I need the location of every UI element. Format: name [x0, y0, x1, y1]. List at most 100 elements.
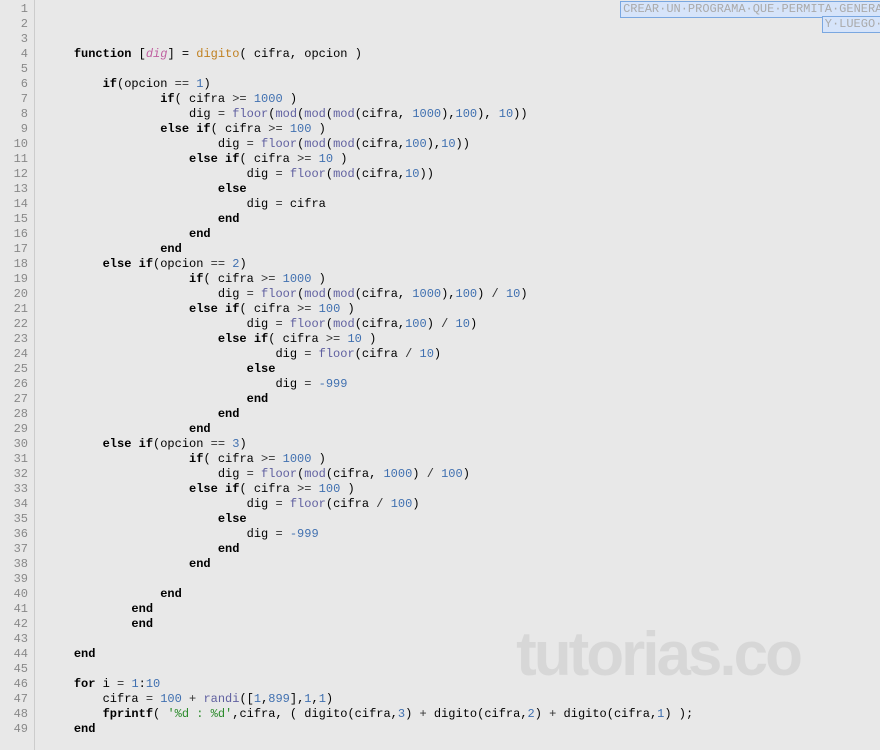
line-number-gutter: 1234567891011121314151617181920212223242… [0, 0, 35, 750]
line-number: 39 [4, 572, 28, 587]
code-line[interactable]: end [45, 542, 880, 557]
line-number: 31 [4, 452, 28, 467]
code-line[interactable]: end [45, 407, 880, 422]
code-line[interactable]: else [45, 182, 880, 197]
line-number: 13 [4, 182, 28, 197]
line-number: 8 [4, 107, 28, 122]
code-line[interactable]: if( cifra >= 1000 ) [45, 272, 880, 287]
line-number: 28 [4, 407, 28, 422]
line-number: 17 [4, 242, 28, 257]
line-number: 38 [4, 557, 28, 572]
line-number: 16 [4, 227, 28, 242]
line-number: 3 [4, 32, 28, 47]
code-line[interactable]: else [45, 512, 880, 527]
code-line[interactable]: end [45, 617, 880, 632]
code-line[interactable]: dig = floor(cifra / 10) [45, 347, 880, 362]
code-line[interactable]: end [45, 227, 880, 242]
line-number: 21 [4, 302, 28, 317]
line-number: 43 [4, 632, 28, 647]
selection-highlight: CREAR·UN·PROGRAMA·QUE·PERMITA·GENERAR·AL… [621, 2, 880, 17]
code-line[interactable] [45, 572, 880, 587]
line-number: 6 [4, 77, 28, 92]
code-line[interactable] [45, 62, 880, 77]
code-line[interactable]: if(opcion == 1) [45, 77, 880, 92]
code-line[interactable]: dig = floor(cifra / 100) [45, 497, 880, 512]
code-line[interactable]: dig = floor(mod(cifra,10)) [45, 167, 880, 182]
line-number: 9 [4, 122, 28, 137]
line-number: 11 [4, 152, 28, 167]
line-number: 23 [4, 332, 28, 347]
line-number: 47 [4, 692, 28, 707]
code-line[interactable]: function [dig] = digito( cifra, opcion ) [45, 47, 880, 62]
code-line[interactable]: end [45, 602, 880, 617]
code-line[interactable] [45, 32, 880, 47]
line-number: 34 [4, 497, 28, 512]
code-line[interactable]: cifra = 100 + randi([1,899],1,1) [45, 692, 880, 707]
code-line[interactable]: end [45, 647, 880, 662]
line-number: 10 [4, 137, 28, 152]
line-number: 27 [4, 392, 28, 407]
code-line[interactable]: dig = floor(mod(cifra, 1000) / 100) [45, 467, 880, 482]
line-number: 26 [4, 377, 28, 392]
code-line[interactable]: dig = cifra [45, 197, 880, 212]
code-line[interactable]: dig = floor(mod(mod(cifra, 1000),100) / … [45, 287, 880, 302]
line-number: 45 [4, 662, 28, 677]
line-number: 49 [4, 722, 28, 737]
line-number: 4 [4, 47, 28, 62]
code-line[interactable]: else if(opcion == 2) [45, 257, 880, 272]
line-number: 35 [4, 512, 28, 527]
line-number: 5 [4, 62, 28, 77]
code-line[interactable]: dig = floor(mod(cifra,100) / 10) [45, 317, 880, 332]
code-line[interactable]: dig = floor(mod(mod(mod(cifra, 1000),100… [45, 107, 880, 122]
code-line[interactable]: dig = floor(mod(mod(cifra,100),10)) [45, 137, 880, 152]
code-line[interactable]: end [45, 242, 880, 257]
code-line[interactable]: Y·LUEGO·MOSTRAR·LA·SUMA·DE·LOS·DIGITOS·D… [45, 17, 880, 32]
code-line[interactable]: end [45, 587, 880, 602]
code-line[interactable]: dig = -999 [45, 377, 880, 392]
code-editor[interactable]: 1234567891011121314151617181920212223242… [0, 0, 880, 750]
code-line[interactable]: if( cifra >= 1000 ) [45, 92, 880, 107]
line-number: 37 [4, 542, 28, 557]
code-line[interactable] [45, 662, 880, 677]
code-line[interactable]: else if( cifra >= 10 ) [45, 152, 880, 167]
code-line[interactable] [45, 632, 880, 647]
line-number: 15 [4, 212, 28, 227]
line-number: 42 [4, 617, 28, 632]
code-line[interactable]: end [45, 212, 880, 227]
selection-highlight: Y·LUEGO·MOSTRAR·LA·SUMA·DE·LOS·DIGITOS·D… [823, 17, 880, 32]
line-number: 44 [4, 647, 28, 662]
line-number: 30 [4, 437, 28, 452]
line-number: 33 [4, 482, 28, 497]
code-area[interactable]: CREAR·UN·PROGRAMA·QUE·PERMITA·GENERAR·AL… [35, 0, 880, 750]
line-number: 2 [4, 17, 28, 32]
line-number: 20 [4, 287, 28, 302]
code-line[interactable]: else if( cifra >= 100 ) [45, 482, 880, 497]
code-line[interactable]: CREAR·UN·PROGRAMA·QUE·PERMITA·GENERAR·AL… [45, 2, 880, 17]
line-number: 29 [4, 422, 28, 437]
code-line[interactable]: else [45, 362, 880, 377]
code-line[interactable]: else if( cifra >= 100 ) [45, 122, 880, 137]
code-line[interactable]: dig = -999 [45, 527, 880, 542]
line-number: 46 [4, 677, 28, 692]
code-line[interactable]: else if( cifra >= 100 ) [45, 302, 880, 317]
line-number: 22 [4, 317, 28, 332]
code-line[interactable]: else if( cifra >= 10 ) [45, 332, 880, 347]
line-number: 32 [4, 467, 28, 482]
code-line[interactable]: end [45, 722, 880, 737]
line-number: 24 [4, 347, 28, 362]
line-number: 48 [4, 707, 28, 722]
line-number: 41 [4, 602, 28, 617]
code-line[interactable]: end [45, 557, 880, 572]
line-number: 40 [4, 587, 28, 602]
code-line[interactable]: fprintf( '%d : %d',cifra, ( digito(cifra… [45, 707, 880, 722]
code-line[interactable]: else if(opcion == 3) [45, 437, 880, 452]
code-line[interactable]: if( cifra >= 1000 ) [45, 452, 880, 467]
code-line[interactable]: for i = 1:10 [45, 677, 880, 692]
code-line[interactable]: end [45, 392, 880, 407]
line-number: 36 [4, 527, 28, 542]
code-line[interactable]: end [45, 422, 880, 437]
line-number: 12 [4, 167, 28, 182]
line-number: 7 [4, 92, 28, 107]
line-number: 14 [4, 197, 28, 212]
line-number: 25 [4, 362, 28, 377]
